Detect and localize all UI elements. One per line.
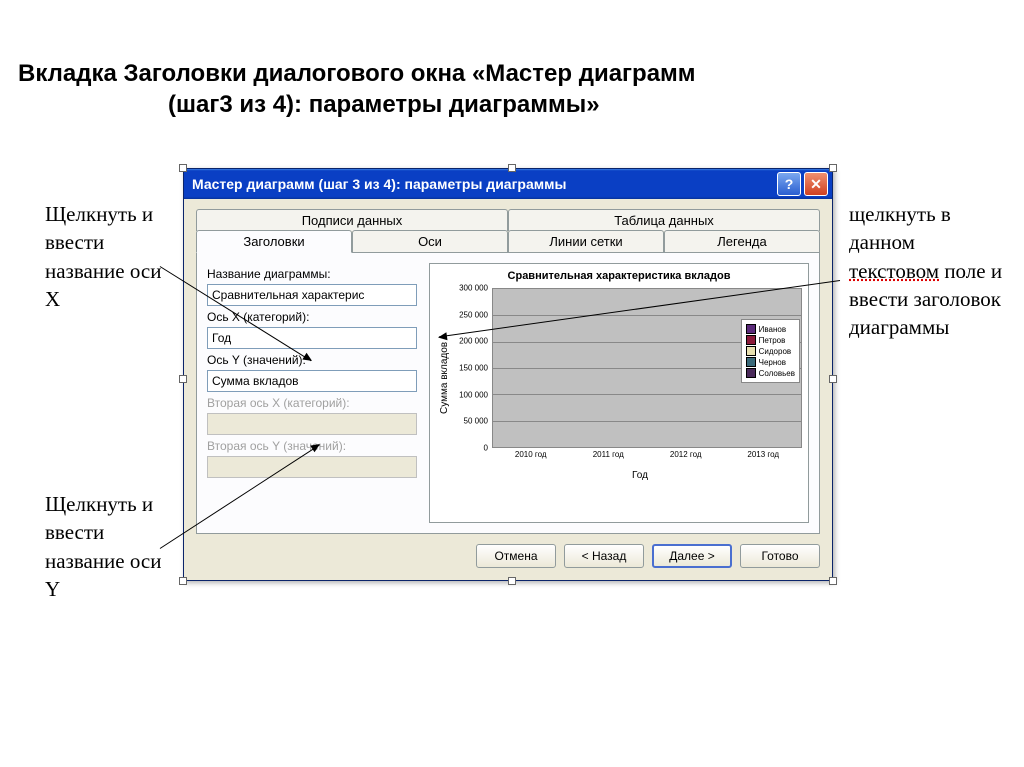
input-x-axis[interactable]: [207, 327, 417, 349]
tab-titles[interactable]: Заголовки: [196, 230, 352, 253]
annotation-y-axis: Щелкнуть и ввести название оси Y: [45, 490, 175, 603]
dialog-wrapper: Мастер диаграмм (шаг 3 из 4): параметры …: [183, 168, 833, 581]
close-button[interactable]: ✕: [804, 172, 828, 196]
next-button[interactable]: Далее >: [652, 544, 732, 568]
tab-axes[interactable]: Оси: [352, 230, 508, 253]
titlebar[interactable]: Мастер диаграмм (шаг 3 из 4): параметры …: [184, 169, 832, 199]
input-y2-axis: [207, 456, 417, 478]
chart-legend: ИвановПетровСидоровЧерновСоловьев: [741, 319, 800, 383]
finish-button[interactable]: Готово: [740, 544, 820, 568]
annotation-chart-title: щелкнуть в данном текстовом поле и ввест…: [849, 200, 1004, 342]
label-chart-title: Название диаграммы:: [207, 267, 417, 281]
input-y-axis[interactable]: [207, 370, 417, 392]
back-button[interactable]: < Назад: [564, 544, 644, 568]
chart-y-label: Сумма вкладов: [436, 288, 450, 468]
annotation-x-axis: Щелкнуть и ввести название оси X: [45, 200, 175, 313]
page-title-line1: Вкладка Заголовки диалогового окна «Маст…: [18, 60, 696, 87]
label-x-axis: Ось X (категорий):: [207, 310, 417, 324]
chart-x-label: Год: [478, 470, 802, 481]
chart-preview-title: Сравнительная характеристика вкладов: [436, 270, 802, 282]
cancel-button[interactable]: Отмена: [476, 544, 556, 568]
input-x2-axis: [207, 413, 417, 435]
chart-wizard-dialog: Мастер диаграмм (шаг 3 из 4): параметры …: [183, 168, 833, 581]
dialog-title: Мастер диаграмм (шаг 3 из 4): параметры …: [192, 176, 566, 192]
input-chart-title[interactable]: [207, 284, 417, 306]
tab-legend[interactable]: Легенда: [664, 230, 820, 253]
help-button[interactable]: ?: [777, 172, 801, 196]
tab-data-table[interactable]: Таблица данных: [508, 209, 820, 231]
chart-preview: Сравнительная характеристика вкладов Сум…: [429, 263, 809, 523]
tab-data-labels[interactable]: Подписи данных: [196, 209, 508, 231]
tab-gridlines[interactable]: Линии сетки: [508, 230, 664, 253]
page-title: Вкладка Заголовки диалогового окна «Маст…: [18, 58, 696, 120]
label-x2-axis: Вторая ось X (категорий):: [207, 396, 417, 410]
page-title-line2: (шаг3 из 4): параметры диаграммы»: [168, 89, 696, 120]
